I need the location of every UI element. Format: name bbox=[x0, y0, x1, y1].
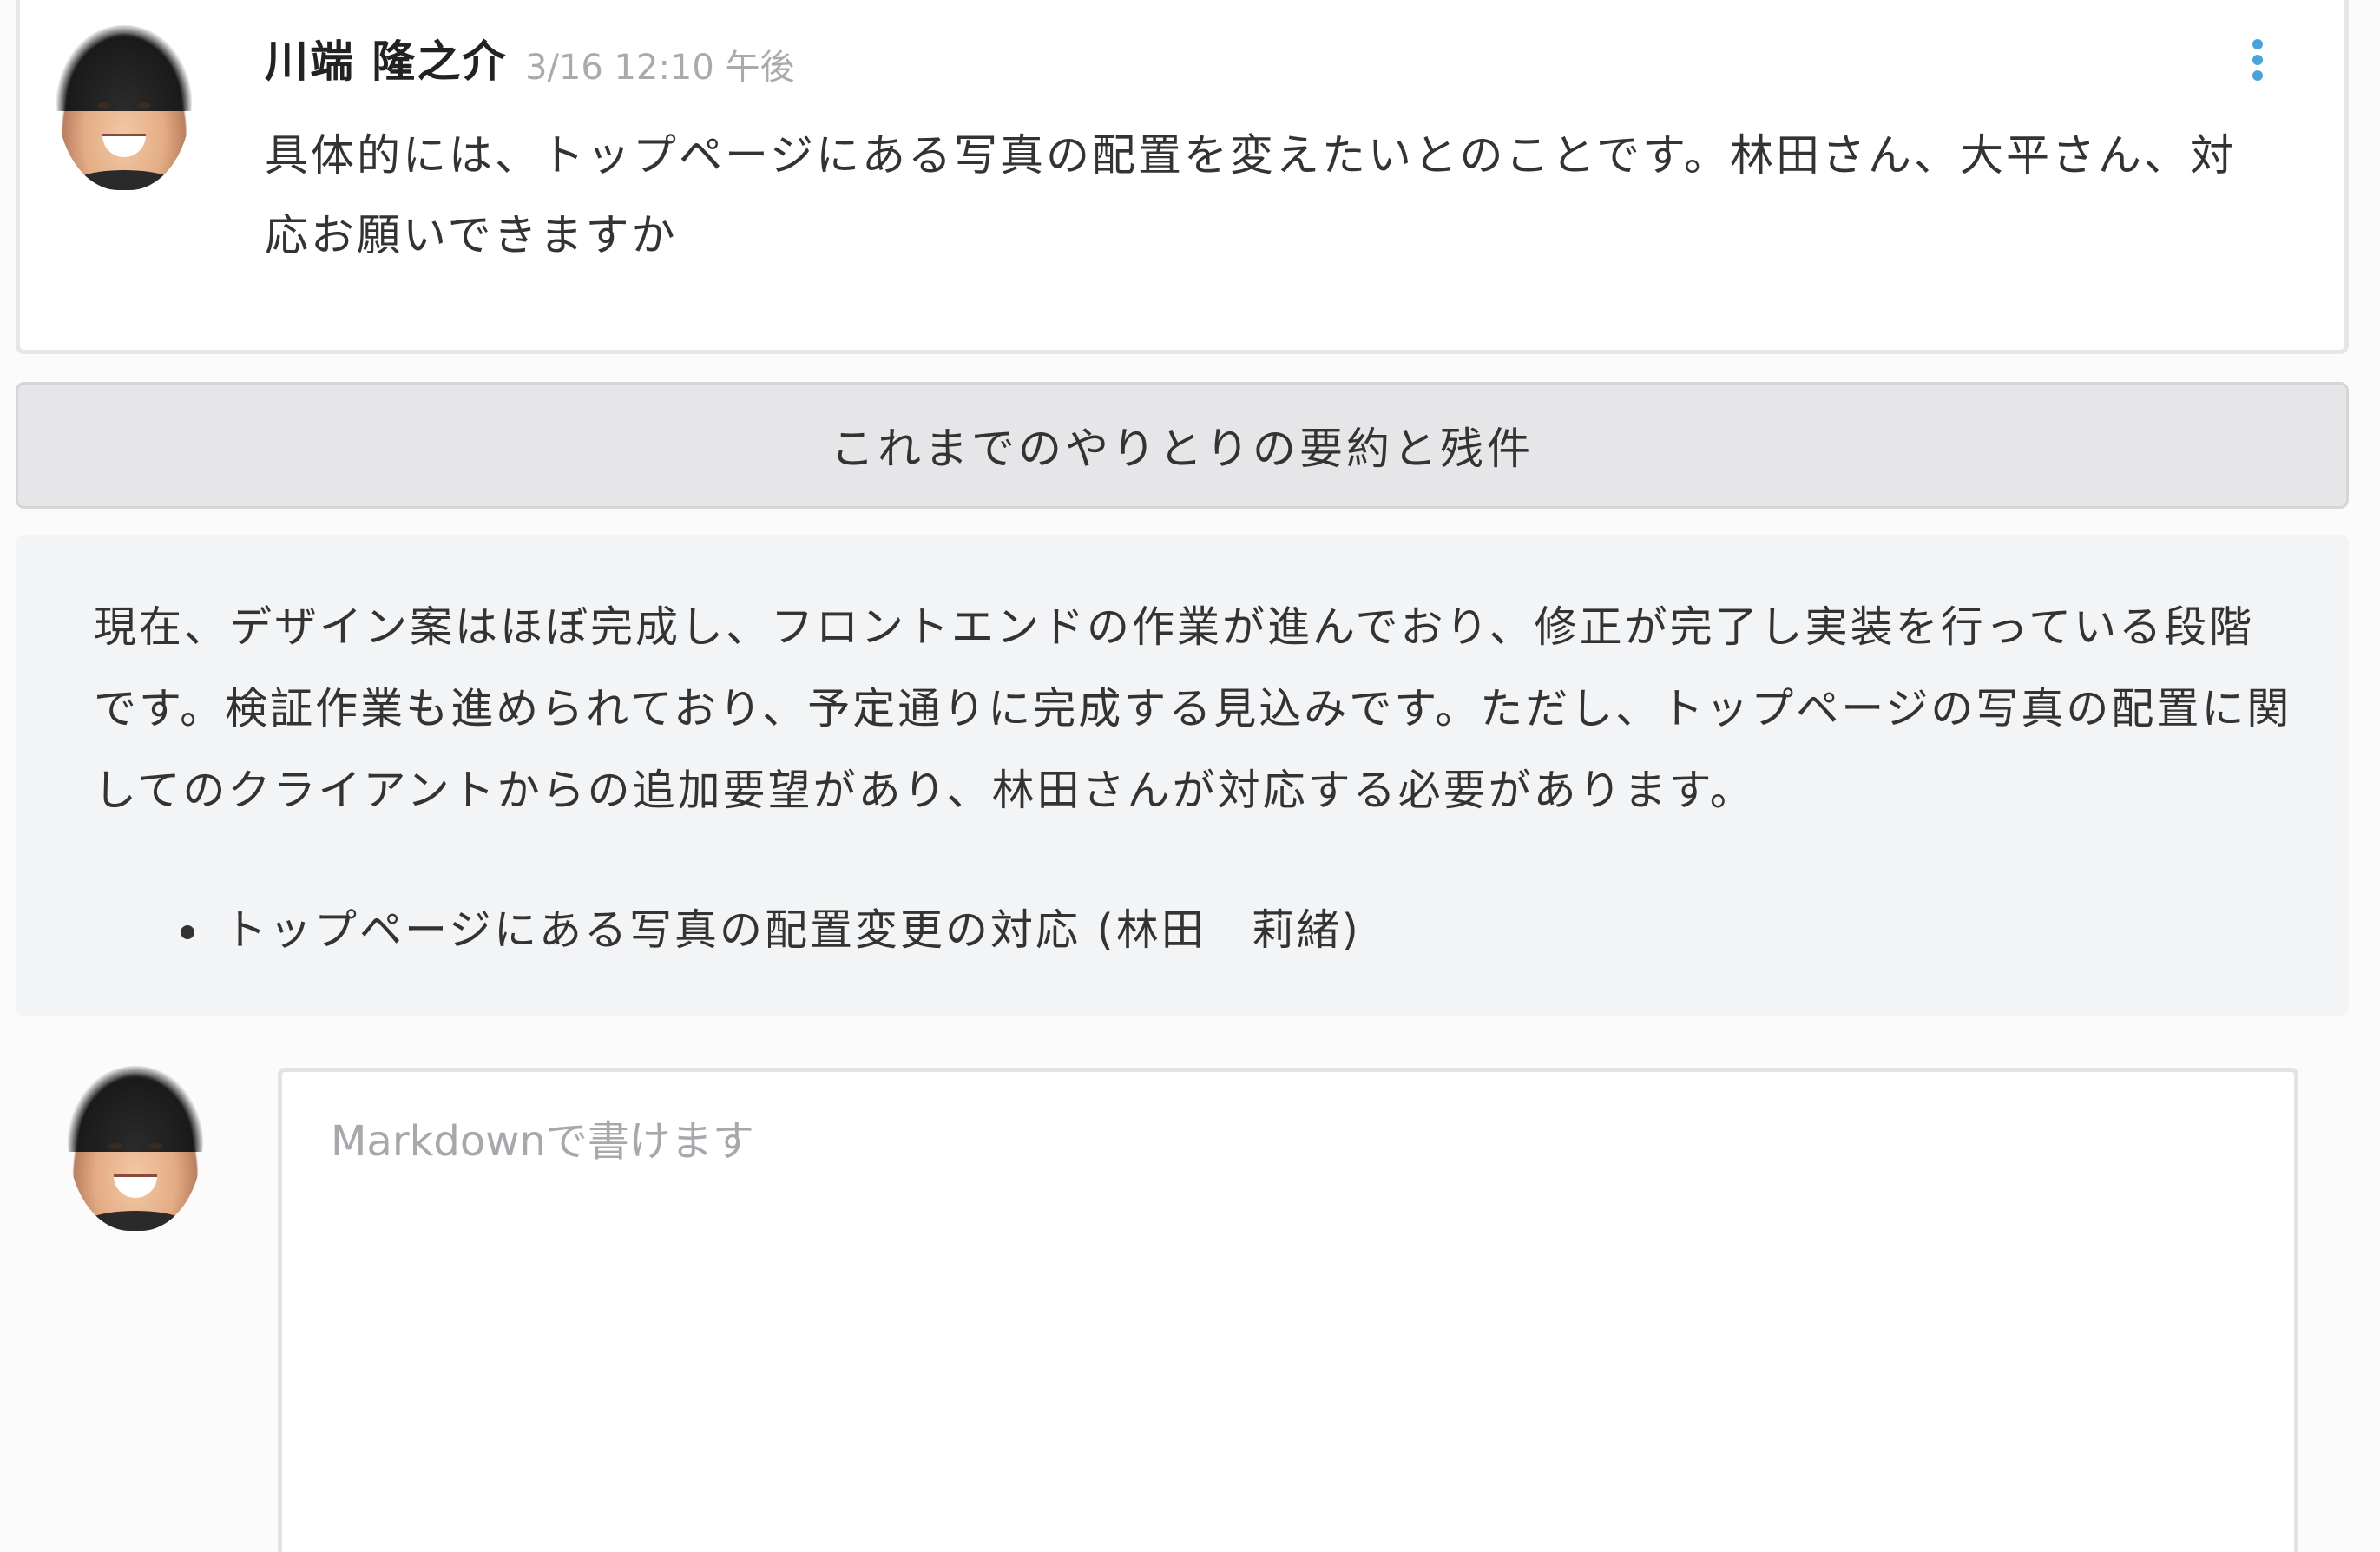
more-vertical-icon[interactable] bbox=[2249, 39, 2266, 82]
reply-input[interactable] bbox=[278, 1068, 2298, 1552]
summary-button[interactable]: これまでのやりとりの要約と残件 bbox=[16, 382, 2349, 509]
comment-card: 川端 隆之介 3/16 12:10 午後 具体的には、トップページにある写真の配… bbox=[16, 0, 2349, 354]
comment-author[interactable]: 川端 隆之介 bbox=[265, 27, 507, 89]
comment-thread: 川端 隆之介 3/16 12:10 午後 具体的には、トップページにある写真の配… bbox=[0, 0, 2380, 1552]
comment-timestamp: 3/16 12:10 午後 bbox=[525, 48, 795, 88]
remaining-tasks-list: トップページにある写真の配置変更の対応 (林田 莉緒) bbox=[181, 891, 1361, 970]
list-item: トップページにある写真の配置変更の対応 (林田 莉緒) bbox=[181, 891, 1361, 970]
summary-panel: 現在、デザイン案はほぼ完成し、フロントエンドの作業が進んでおり、修正が完了し実装… bbox=[16, 535, 2349, 1016]
summary-text: 現在、デザイン案はほぼ完成し、フロントエンドの作業が進んでおり、修正が完了し実装… bbox=[94, 602, 2292, 815]
current-user-avatar bbox=[68, 1066, 203, 1231]
author-avatar[interactable] bbox=[56, 25, 192, 190]
comment-body: 具体的には、トップページにある写真の配置を変えたいとのことです。林田さん、大平さ… bbox=[265, 130, 2236, 260]
